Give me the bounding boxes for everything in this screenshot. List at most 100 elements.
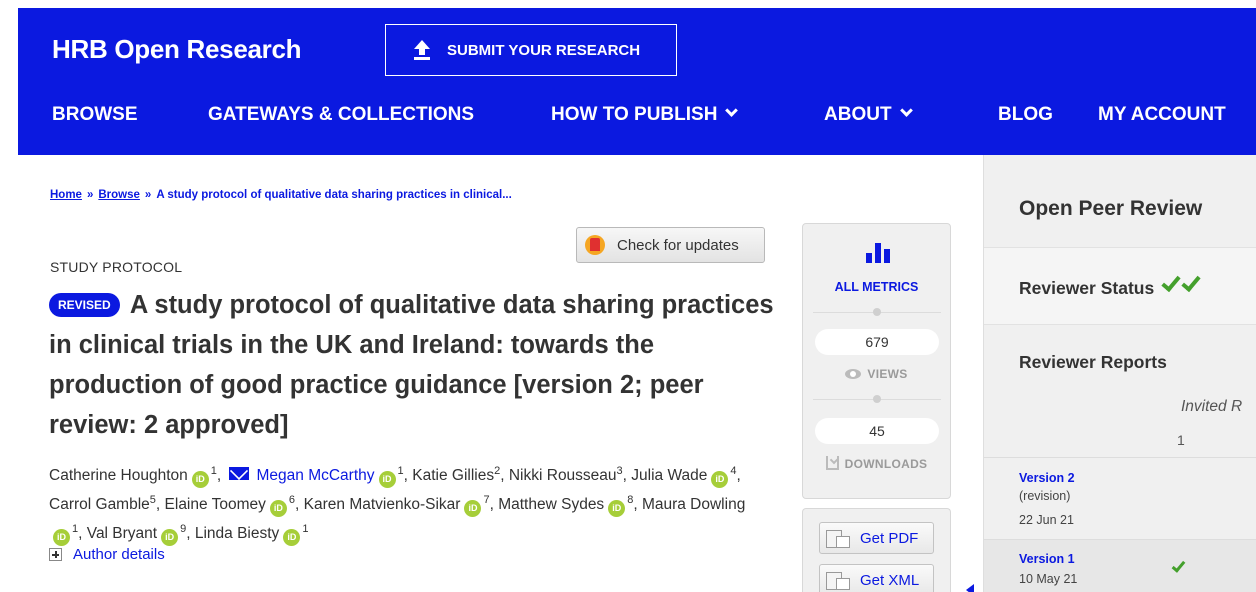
orcid-icon[interactable]: iD — [191, 471, 209, 489]
author: Karen Matvienko-Sikar iD7 — [303, 494, 490, 518]
reviewer-status-row: Reviewer Status — [984, 247, 1256, 325]
site-header: HRB Open Research SUBMIT YOUR RESEARCH B… — [18, 8, 1256, 155]
affiliation-number: 6 — [288, 494, 296, 507]
author-name: Karen Matvienko-Sikar — [303, 496, 461, 514]
author-name: Carrol Gamble — [49, 496, 150, 514]
affiliation-number: 8 — [627, 494, 634, 507]
orcid-icon[interactable]: iD — [269, 500, 287, 518]
author-name: Catherine Houghton — [49, 467, 188, 485]
crossmark-icon — [585, 235, 605, 255]
email-icon[interactable] — [228, 467, 249, 481]
author: Carrol Gamble5 — [49, 494, 156, 514]
eye-icon — [845, 369, 862, 379]
article-type: STUDY PROTOCOL — [50, 259, 183, 275]
author-name: Maura Dowling — [641, 496, 746, 514]
affiliation-number: 1 — [397, 465, 404, 477]
version-date: 22 Jun 21 — [1019, 513, 1074, 527]
nav-browse[interactable]: BROWSE — [52, 104, 138, 126]
nav-gateways-collections[interactable]: GATEWAYS & COLLECTIONS — [208, 104, 474, 126]
orcid-icon[interactable]: iD — [711, 471, 729, 489]
views-label: VIEWS — [803, 367, 950, 381]
version-link[interactable]: Version 1 — [1019, 552, 1075, 566]
check-for-updates-label: Check for updates — [617, 236, 739, 254]
orcid-icon[interactable]: iD — [464, 500, 482, 518]
breadcrumb-separator: » — [144, 189, 152, 201]
author-name: Linda Biesty — [194, 525, 280, 543]
get-xml-label: Get XML — [860, 571, 920, 589]
metrics-panel: ALL METRICS 679 VIEWS 45 DOWNLOADS — [802, 223, 951, 499]
download-icon — [825, 456, 839, 470]
version-row: Version 2 (revision) 22 Jun 21 — [984, 457, 1256, 539]
author-name[interactable]: Megan McCarthy — [257, 467, 375, 484]
breadcrumb-browse[interactable]: Browse — [98, 189, 140, 201]
peer-review-sidebar: Open Peer Review Reviewer Status Reviewe… — [983, 155, 1256, 592]
plus-icon — [49, 548, 62, 561]
invited-reviewers-header: Invited R — [1181, 398, 1243, 415]
article-title-text: A study protocol of qualitative data sha… — [49, 291, 774, 439]
divider-dot — [873, 308, 881, 316]
all-metrics-link[interactable]: ALL METRICS — [803, 280, 950, 294]
version-note: (revision) — [1019, 489, 1071, 503]
affiliation-number: 5 — [149, 494, 156, 507]
orcid-icon[interactable]: iD — [378, 471, 396, 489]
author: Katie Gillies2 — [412, 465, 501, 484]
get-xml-button[interactable]: Get XML — [819, 564, 934, 592]
affiliation-number: 9 — [180, 523, 187, 536]
nav-blog[interactable]: BLOG — [998, 104, 1053, 126]
article-title: REVISED A study protocol of qualitative … — [49, 285, 794, 445]
views-label-text: VIEWS — [867, 367, 908, 381]
file-download-icon — [826, 528, 852, 548]
submit-research-button[interactable]: SUBMIT YOUR RESEARCH — [385, 24, 677, 76]
author-name: Val Bryant — [86, 525, 158, 543]
reviewer-status-label: Reviewer Status — [1019, 271, 1201, 299]
author: Catherine Houghton iD1 — [49, 465, 217, 489]
version-row: Version 1 10 May 21 — [984, 539, 1256, 592]
affiliation-number: 4 — [730, 465, 737, 477]
affiliation-number: 7 — [483, 494, 490, 507]
nav-how-to-publish[interactable]: HOW TO PUBLISH — [551, 104, 739, 126]
orcid-icon[interactable]: iD — [608, 500, 626, 518]
reviewer-reports-label: Reviewer Reports — [1019, 352, 1167, 372]
author-name: Elaine Toomey — [164, 496, 266, 514]
get-pdf-label: Get PDF — [860, 529, 919, 547]
author-name: Matthew Sydes — [498, 496, 605, 514]
divider-dot — [873, 395, 881, 403]
author: Megan McCarthy iD1 — [226, 465, 404, 489]
affiliation-number: 2 — [494, 465, 501, 477]
approved-check-icon — [1171, 558, 1186, 573]
get-pdf-button[interactable]: Get PDF — [819, 522, 934, 554]
orcid-icon[interactable]: iD — [283, 529, 301, 547]
nav-my-account[interactable]: MY ACCOUNT — [1098, 104, 1226, 126]
site-logo[interactable]: HRB Open Research — [52, 34, 302, 65]
version-date: 10 May 21 — [1019, 572, 1078, 586]
version-link[interactable]: Version 2 — [1019, 471, 1075, 485]
orcid-icon[interactable]: iD — [161, 529, 179, 547]
author: Val Bryant iD9 — [86, 523, 187, 547]
author-name: Nikki Rousseau — [508, 467, 617, 485]
downloads-label-text: DOWNLOADS — [844, 457, 928, 471]
bar-chart-icon — [866, 243, 890, 263]
downloads-count: 45 — [815, 418, 939, 444]
author-list: Catherine Houghton iD1, Megan McCarthy iD1… — [49, 459, 749, 547]
breadcrumb: Home » Browse » A study protocol of qualitat… — [50, 189, 512, 201]
nav-how-to-publish-label: HOW TO PUBLISH — [551, 104, 718, 125]
affiliation-number: 1 — [72, 523, 79, 536]
affiliation-number: 3 — [616, 465, 623, 477]
chevron-down-icon — [725, 104, 739, 117]
file-downloads-panel: Get PDF Get XML — [802, 508, 951, 592]
nav-about[interactable]: ABOUT — [824, 104, 913, 126]
breadcrumb-separator: » — [86, 189, 94, 201]
check-for-updates-button[interactable]: Check for updates — [576, 227, 765, 263]
orcid-icon[interactable]: iD — [53, 529, 70, 547]
collapse-arrow-icon[interactable] — [966, 584, 974, 592]
upload-icon — [412, 39, 432, 61]
breadcrumb-home[interactable]: Home — [50, 189, 82, 201]
author-details-toggle[interactable]: Author details — [49, 546, 165, 563]
author: Elaine Toomey iD6 — [164, 494, 296, 518]
affiliation-number: 1 — [302, 523, 309, 536]
chevron-down-icon — [899, 104, 913, 117]
author: Nikki Rousseau3 — [508, 465, 623, 485]
invited-reviewer-number: 1 — [1177, 432, 1185, 448]
author: Julia Wade iD4 — [631, 465, 737, 489]
nav-about-label: ABOUT — [824, 104, 892, 125]
